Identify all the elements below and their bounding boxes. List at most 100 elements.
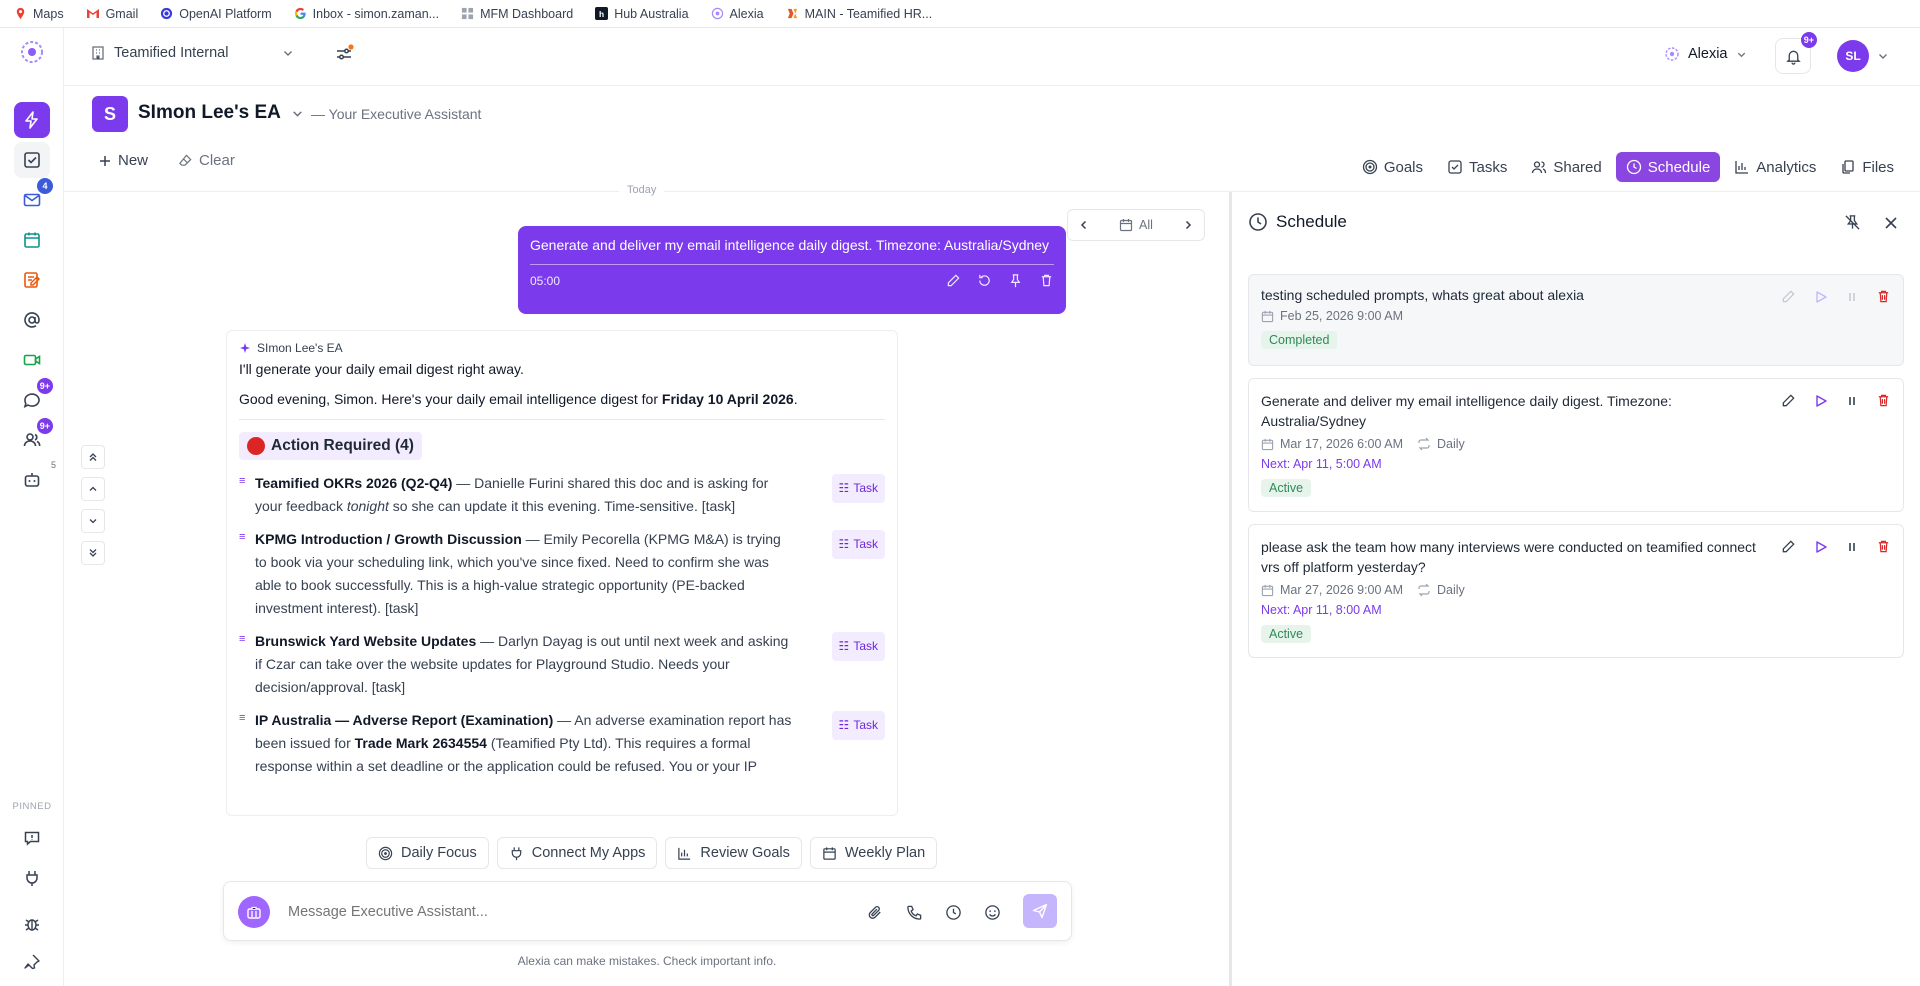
context-button[interactable] xyxy=(238,896,270,928)
chevron-down-icon xyxy=(293,110,302,117)
quick-action-daily-focus[interactable]: Daily Focus xyxy=(366,837,489,869)
message-square-icon xyxy=(24,831,40,846)
trash-icon[interactable] xyxy=(1876,539,1891,554)
pause-icon[interactable] xyxy=(1846,541,1858,553)
emoji-icon[interactable] xyxy=(984,904,1001,921)
quick-action-connect-apps[interactable]: Connect My Apps xyxy=(496,837,658,869)
bookmark-hub[interactable]: h Hub Australia xyxy=(595,7,689,21)
tab-goals[interactable]: Goals xyxy=(1352,152,1433,182)
clear-button[interactable]: Clear xyxy=(178,152,235,169)
rail-pinned-integrations[interactable] xyxy=(14,860,50,896)
user-message-text: Generate and deliver my email intelligen… xyxy=(530,236,1054,265)
task-list-icon: ☷ xyxy=(838,481,850,495)
phone-icon[interactable] xyxy=(906,904,923,921)
schedule-item[interactable]: testing scheduled prompts, whats great a… xyxy=(1248,274,1904,366)
bookmark-inbox[interactable]: Inbox - simon.zaman... xyxy=(294,7,439,21)
play-icon[interactable] xyxy=(1814,290,1828,304)
trash-icon[interactable] xyxy=(1876,393,1891,408)
user-message-time: 05:00 xyxy=(530,273,561,288)
edit-icon[interactable] xyxy=(1781,539,1796,554)
bookmark-gmail[interactable]: Gmail xyxy=(86,7,138,21)
files-icon xyxy=(1842,160,1854,174)
edit-icon[interactable] xyxy=(1781,393,1796,408)
mail-badge: 4 xyxy=(37,178,53,194)
tab-analytics[interactable]: Analytics xyxy=(1724,152,1826,182)
schedule-item[interactable]: Generate and deliver my email intelligen… xyxy=(1248,378,1904,512)
rail-meetings[interactable] xyxy=(14,342,50,378)
rail-assistant[interactable] xyxy=(14,102,50,138)
filters-button[interactable] xyxy=(334,44,354,64)
new-chat-button[interactable]: New xyxy=(98,152,148,169)
task-chip[interactable]: ☷ Task xyxy=(831,530,885,559)
rail-bots[interactable]: 5 xyxy=(14,460,56,498)
trash-icon[interactable] xyxy=(1039,273,1054,288)
notifications-button[interactable]: 9+ xyxy=(1775,32,1817,74)
rail-debug[interactable] xyxy=(14,906,50,942)
pinned-label: PINNED xyxy=(12,801,52,812)
scroll-top-button[interactable] xyxy=(81,445,105,469)
schedule-actions xyxy=(1781,539,1891,554)
assistant-intro: I'll generate your daily email digest ri… xyxy=(239,361,524,377)
rail-tasks[interactable] xyxy=(14,142,50,178)
task-chip[interactable]: ☷ Task xyxy=(831,711,885,740)
rail-chat[interactable]: 9+ xyxy=(14,378,53,418)
assistant-title-selector[interactable]: SImon Lee's EA xyxy=(138,102,304,124)
sliders-icon xyxy=(337,44,354,60)
rail-mentions[interactable] xyxy=(14,302,50,338)
send-button[interactable] xyxy=(1023,894,1057,928)
bug-icon xyxy=(25,919,39,931)
quick-action-review-goals[interactable]: Review Goals xyxy=(665,837,802,869)
user-menu[interactable]: SL xyxy=(1837,40,1889,72)
task-chip[interactable]: ☷ Task xyxy=(831,632,885,661)
avatar: SL xyxy=(1837,40,1869,72)
play-icon[interactable] xyxy=(1814,394,1828,408)
bookmark-mfm[interactable]: MFM Dashboard xyxy=(461,7,573,21)
quick-action-weekly-plan[interactable]: Weekly Plan xyxy=(809,837,938,869)
filter-all-button[interactable]: All xyxy=(1119,218,1153,232)
message-composer xyxy=(223,881,1072,941)
retry-icon[interactable] xyxy=(977,273,992,288)
tab-tasks[interactable]: Tasks xyxy=(1437,152,1517,182)
schedule-meta: Feb 25, 2026 9:00 AM xyxy=(1261,309,1891,323)
chevron-left-icon[interactable] xyxy=(1078,219,1090,231)
pause-icon[interactable] xyxy=(1846,291,1858,303)
rail-pinned-feedback[interactable] xyxy=(14,820,50,856)
play-icon[interactable] xyxy=(1814,540,1828,554)
pause-icon[interactable] xyxy=(1846,395,1858,407)
bookmark-maps[interactable]: Maps xyxy=(14,7,64,21)
rail-people[interactable]: 9+ xyxy=(14,418,53,458)
bookmark-teamified[interactable]: MAIN - Teamified HR... xyxy=(786,7,932,21)
assistant-selector[interactable]: Alexia xyxy=(1664,46,1747,62)
schedule-item[interactable]: please ask the team how many interviews … xyxy=(1248,524,1904,658)
edit-icon[interactable] xyxy=(1781,289,1796,304)
edit-icon[interactable] xyxy=(946,273,961,288)
tab-shared[interactable]: Shared xyxy=(1521,152,1611,182)
scroll-bottom-button[interactable] xyxy=(81,541,105,565)
trash-icon[interactable] xyxy=(1876,289,1891,304)
workspace-selector[interactable]: Teamified Internal xyxy=(90,45,294,61)
gmail-icon xyxy=(86,9,99,18)
logo[interactable] xyxy=(14,34,50,70)
pin-icon[interactable] xyxy=(1008,273,1023,288)
message-input[interactable] xyxy=(288,900,788,924)
tab-schedule[interactable]: Schedule xyxy=(1615,152,1721,182)
bookmark-openai[interactable]: OpenAI Platform xyxy=(160,7,272,21)
clock-icon[interactable] xyxy=(945,904,962,921)
task-chip[interactable]: ☷ Task xyxy=(831,474,885,503)
bookmark-alexia[interactable]: Alexia xyxy=(711,7,764,21)
chevron-right-icon[interactable] xyxy=(1182,219,1194,231)
rail-calendar[interactable] xyxy=(14,222,50,258)
rail-pin[interactable] xyxy=(14,944,50,980)
svg-text:h: h xyxy=(599,9,604,19)
close-icon[interactable] xyxy=(1884,216,1898,230)
rail-notes[interactable] xyxy=(14,262,50,298)
scroll-up-button[interactable] xyxy=(81,477,105,501)
tab-files[interactable]: Files xyxy=(1830,152,1904,182)
notification-badge: 9+ xyxy=(1800,32,1817,48)
rail-mail[interactable]: 4 xyxy=(14,178,53,218)
unpin-icon[interactable] xyxy=(1844,214,1861,231)
chevron-down-icon xyxy=(1879,54,1887,59)
paperclip-icon[interactable] xyxy=(867,904,884,921)
sparkle-icon xyxy=(240,343,250,353)
scroll-down-button[interactable] xyxy=(81,509,105,533)
